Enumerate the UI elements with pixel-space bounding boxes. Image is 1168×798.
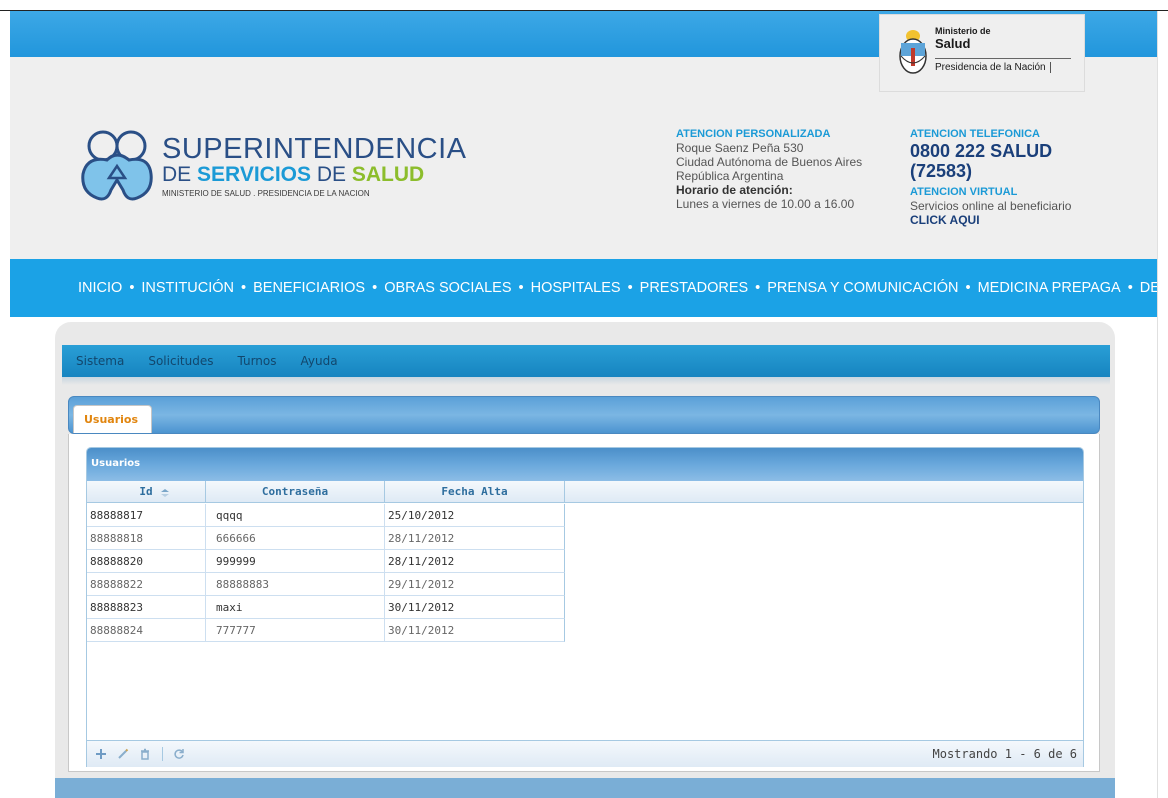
table-row[interactable]: 88888823 maxi 30/11/2012 xyxy=(87,596,565,619)
national-seal-icon xyxy=(899,30,927,74)
nav-separator: • xyxy=(518,280,524,296)
nav-separator: • xyxy=(129,280,135,296)
contact-address1: Roque Saenz Peña 530 xyxy=(676,141,804,155)
tab-strip xyxy=(68,396,1100,434)
logo-tagline: MINISTERIO DE SALUD . PRESIDENCIA DE LA … xyxy=(162,189,370,198)
ministerio-line2: Salud xyxy=(935,36,971,51)
cell-password: 777777 xyxy=(206,619,385,642)
cell-id: 88888824 xyxy=(87,619,206,642)
contact-hours: Lunes a viernes de 10.00 a 16.00 xyxy=(676,197,855,211)
cell-date: 30/11/2012 xyxy=(388,624,455,637)
nav-separator: • xyxy=(1127,280,1133,296)
ministerio-divider xyxy=(935,58,1071,59)
cell-date: 29/11/2012 xyxy=(388,578,455,591)
ministerio-line1: Ministerio de xyxy=(935,26,991,36)
add-icon[interactable] xyxy=(95,748,107,760)
nav-item-prestadores[interactable]: PRESTADORES xyxy=(640,280,749,296)
sss-logo-icon[interactable] xyxy=(77,130,157,208)
nav-item-beneficiarios[interactable]: BENEFICIARIOS xyxy=(253,280,365,296)
cell-date: 28/11/2012 xyxy=(388,555,455,568)
grid-header: Id Contraseña Fecha Alta xyxy=(87,481,1083,503)
nav-item-obras-sociales[interactable]: OBRAS SOCIALES xyxy=(384,280,511,296)
logo-de2: DE xyxy=(311,163,352,186)
nav-separator: • xyxy=(241,280,247,296)
pager-separator xyxy=(162,747,163,761)
contact-personal: ATENCION PERSONALIZADA Roque Saenz Peña … xyxy=(676,127,891,211)
table-row[interactable]: 88888824 777777 30/11/2012 xyxy=(87,619,565,642)
refresh-icon[interactable] xyxy=(173,748,185,760)
menu-ayuda[interactable]: Ayuda xyxy=(301,354,338,368)
pager-info: Mostrando 1 - 6 de 6 xyxy=(932,747,1078,761)
column-header-date[interactable]: Fecha Alta xyxy=(385,481,565,503)
nav-item-hospitales[interactable]: HOSPITALES xyxy=(531,280,621,296)
cell-date: 25/10/2012 xyxy=(388,509,455,522)
menu-sistema[interactable]: Sistema xyxy=(76,354,124,368)
menubar-shadow xyxy=(62,377,1110,385)
contact-phone-title: ATENCION TELEFONICA xyxy=(910,128,1040,140)
table-row[interactable]: 88888820 999999 28/11/2012 xyxy=(87,550,565,573)
grid-pager: Mostrando 1 - 6 de 6 xyxy=(87,740,1083,767)
cell-password: qqqq xyxy=(206,504,385,527)
contact-hours-label: Horario de atención: xyxy=(676,183,793,197)
cell-password: 88888883 xyxy=(206,573,385,596)
contact-personal-title: ATENCION PERSONALIZADA xyxy=(676,128,831,140)
nav-item-medicina-prepaga[interactable]: MEDICINA PREPAGA xyxy=(978,280,1121,296)
nav-separator: • xyxy=(755,280,761,296)
sort-icon[interactable] xyxy=(161,489,169,497)
delete-icon[interactable] xyxy=(139,748,151,760)
ministerio-line3: Presidencia de la Nación xyxy=(935,62,1051,73)
page-scrollbar[interactable] xyxy=(1157,11,1168,798)
cell-password: maxi xyxy=(206,596,385,619)
logo-servicios: SERVICIOS xyxy=(197,163,311,186)
logo-de: DE xyxy=(162,163,198,186)
logo-subtitle: DE SERVICIOS DE SALUD xyxy=(162,163,424,187)
contact-address3: República Argentina xyxy=(676,169,784,183)
app-menubar: Sistema Solicitudes Turnos Ayuda xyxy=(62,345,1110,377)
contact-phone-number: 0800 222 SALUD (72583) xyxy=(910,141,1053,181)
column-header-password[interactable]: Contraseña xyxy=(206,481,385,503)
cell-id: 88888820 xyxy=(87,550,206,573)
menu-solicitudes[interactable]: Solicitudes xyxy=(148,354,213,368)
cell-date: 30/11/2012 xyxy=(388,601,455,614)
contact-virtual-title: ATENCION VIRTUAL xyxy=(910,186,1018,198)
cell-date: 28/11/2012 xyxy=(388,532,455,545)
table-row[interactable]: 88888817 qqqq 25/10/2012 xyxy=(87,504,565,527)
users-grid: Usuarios Id Contraseña Fecha Alta 888888… xyxy=(86,447,1084,767)
nav-item-inicio[interactable]: INICIO xyxy=(78,280,122,296)
table-row[interactable]: 88888818 666666 28/11/2012 xyxy=(87,527,565,550)
cell-id: 88888823 xyxy=(87,596,206,619)
nav-separator: • xyxy=(627,280,633,296)
nav-item-prensa-y-comunicación[interactable]: PRENSA Y COMUNICACIÓN xyxy=(767,280,958,296)
edit-icon[interactable] xyxy=(117,748,129,760)
cell-id: 88888818 xyxy=(87,527,206,550)
logo-title: SUPERINTENDENCIA xyxy=(162,133,467,165)
contact-virtual-text: Servicios online al beneficiario xyxy=(910,199,1072,213)
cell-id: 88888822 xyxy=(87,573,206,596)
click-here-link[interactable]: CLICK AQUI xyxy=(910,213,1110,227)
logo-salud: SALUD xyxy=(351,163,425,186)
cell-password: 666666 xyxy=(206,527,385,550)
cell-password: 999999 xyxy=(206,550,385,573)
nav-separator: • xyxy=(965,280,971,296)
contact-phone-virtual: ATENCION TELEFONICA 0800 222 SALUD (7258… xyxy=(910,127,1110,227)
column-header-id[interactable]: Id xyxy=(87,481,206,503)
column-header-id-label: Id xyxy=(139,485,153,498)
cell-id: 88888817 xyxy=(87,504,206,527)
grid-caption: Usuarios xyxy=(91,458,141,469)
nav-separator: • xyxy=(372,280,378,296)
table-row[interactable]: 88888822 88888883 29/11/2012 xyxy=(87,573,565,596)
bottom-band xyxy=(55,778,1115,798)
nav-item-institución[interactable]: INSTITUCIÓN xyxy=(141,280,234,296)
menu-turnos[interactable]: Turnos xyxy=(237,354,276,368)
tab-usuarios[interactable]: Usuarios xyxy=(73,405,152,433)
grid-caption-bar: Usuarios xyxy=(87,448,1083,481)
contact-address2: Ciudad Autónoma de Buenos Aires xyxy=(676,155,863,169)
grid-rows: 88888817 qqqq 25/10/2012 88888818 666666 28/1… xyxy=(87,504,565,642)
main-navigation: INICIO • INSTITUCIÓN • BENEFICIARIOS • OBRAS S… xyxy=(10,259,1168,317)
